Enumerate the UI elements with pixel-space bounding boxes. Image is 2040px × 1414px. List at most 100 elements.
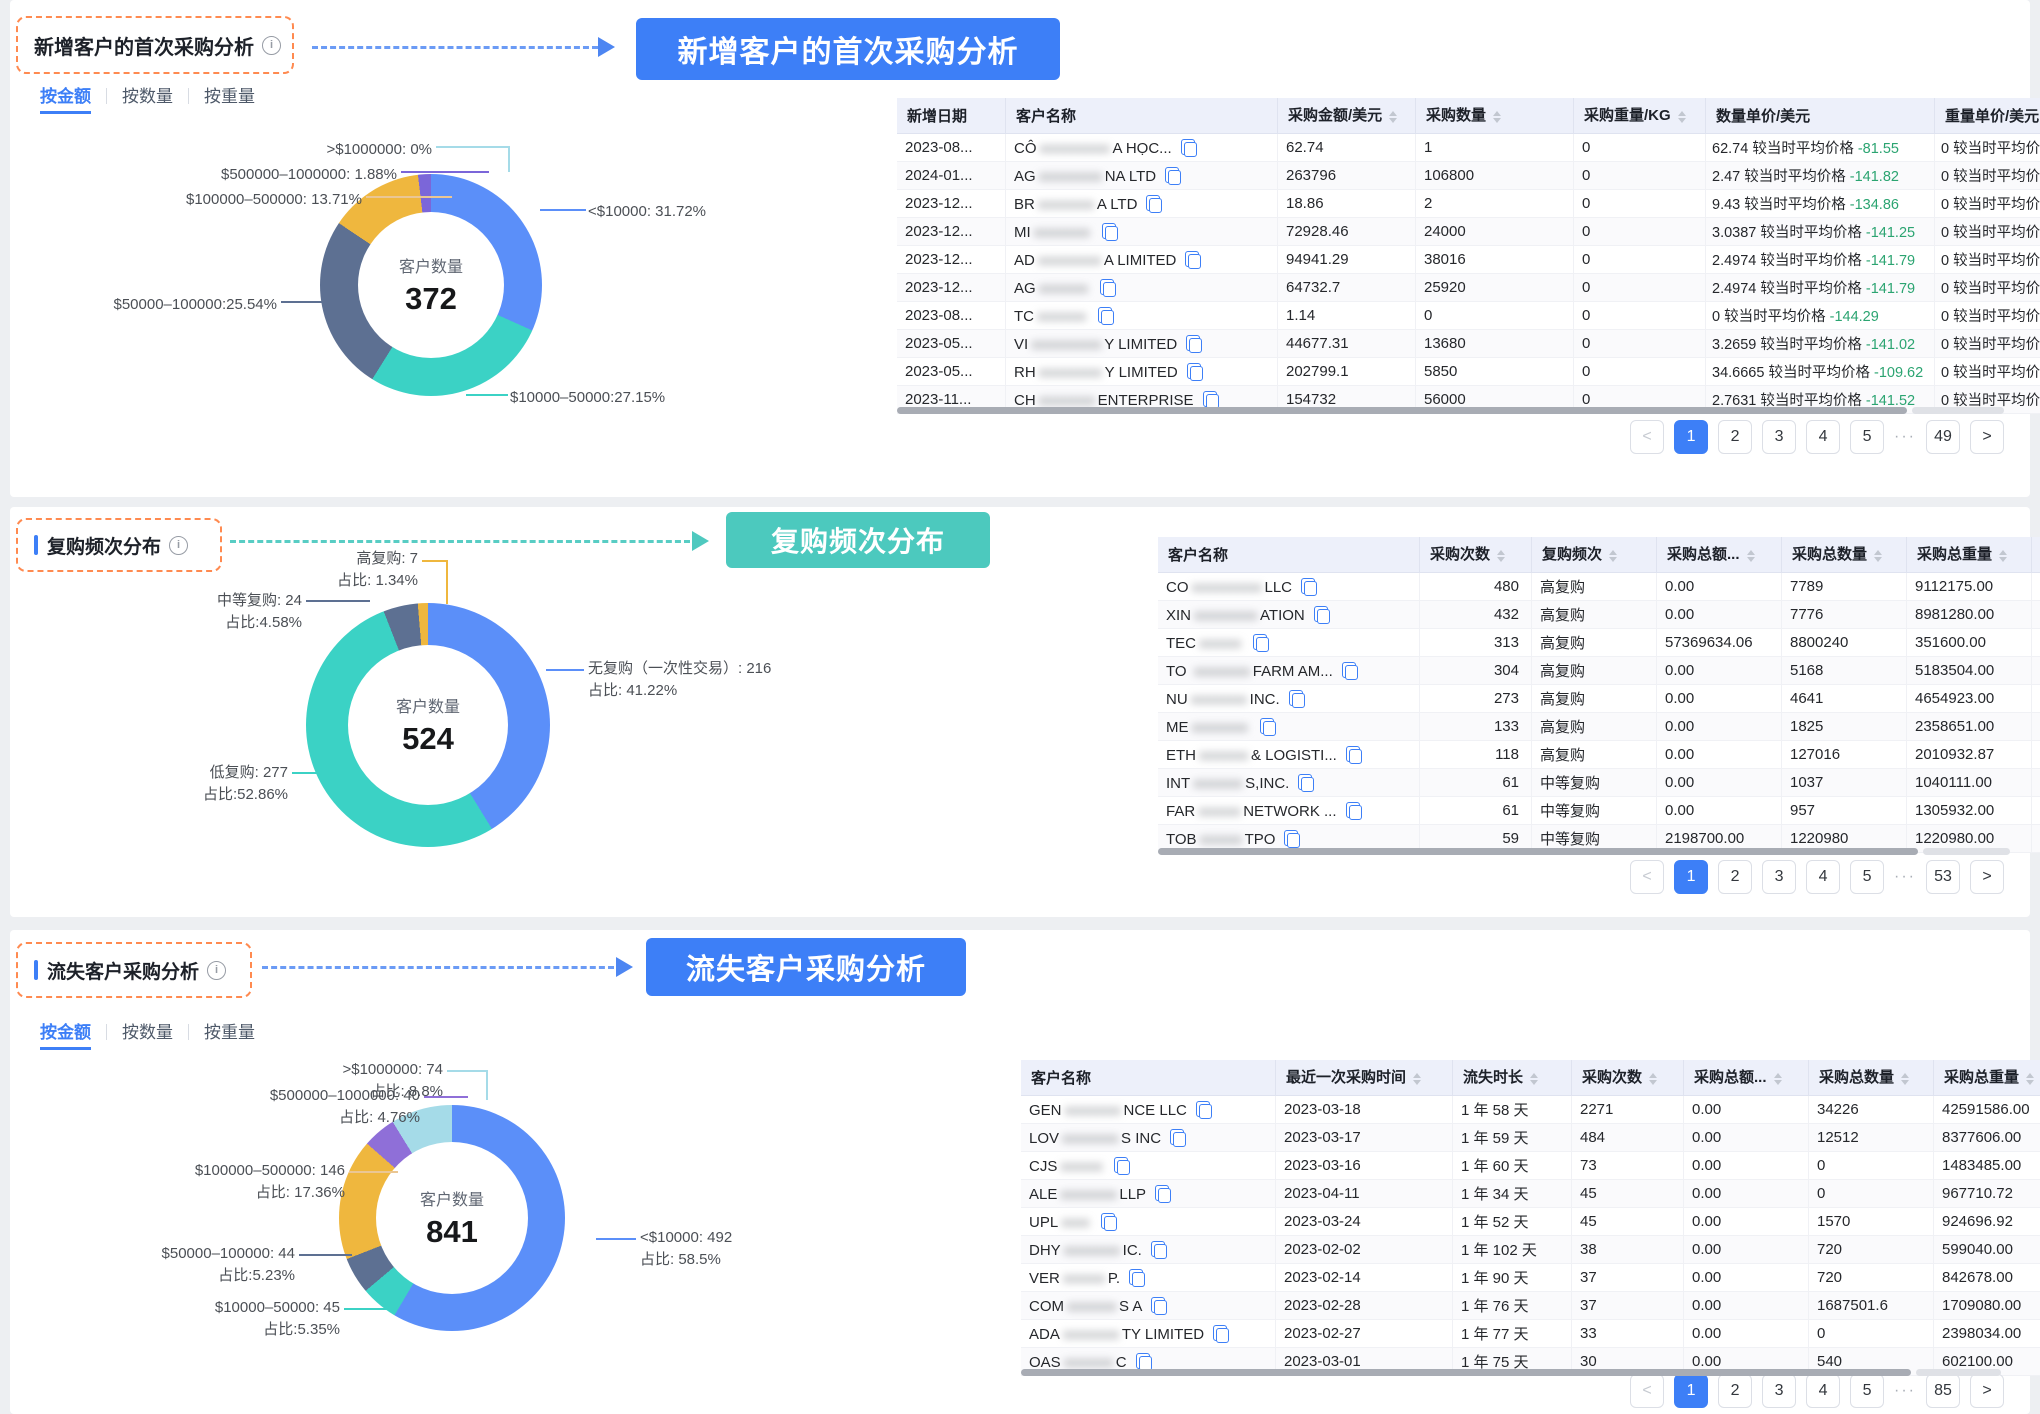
sort-icon[interactable]: [1497, 546, 1505, 566]
tab-by-amount[interactable]: 按金额: [40, 1018, 91, 1050]
copy-icon[interactable]: [1342, 662, 1356, 678]
sort-icon[interactable]: [1493, 107, 1501, 127]
copy-icon[interactable]: [1196, 1101, 1210, 1117]
sort-icon[interactable]: [1999, 546, 2007, 566]
pagination-page-button[interactable]: 5: [1850, 860, 1884, 894]
pagination-page-button[interactable]: 1: [1674, 420, 1708, 454]
table-row[interactable]: COxxxxxxxxxxLLC480高复购0.0077899112175.000…: [1158, 573, 2040, 601]
pagination-prev-button[interactable]: <: [1630, 420, 1664, 454]
pagination-ellipsis[interactable]: ···: [1894, 1382, 1916, 1400]
table-row[interactable]: INTxxxxxxxS,INC.61中等复购0.0010371040111.00…: [1158, 769, 2040, 797]
column-header[interactable]: 最近一次采购时间: [1276, 1060, 1453, 1096]
sort-icon[interactable]: [1413, 1069, 1421, 1089]
copy-icon[interactable]: [1346, 802, 1360, 818]
horizontal-scrollbar[interactable]: [1021, 1369, 1911, 1376]
copy-icon[interactable]: [1203, 391, 1217, 407]
table-row[interactable]: XINxxxxxxxxxATION432高复购0.0077768981280.0…: [1158, 601, 2040, 629]
copy-icon[interactable]: [1186, 335, 1200, 351]
table-row[interactable]: TECxxxxxx313高复购57369634.068800240351600.…: [1158, 629, 2040, 657]
table-row[interactable]: MExxxxxxxx133高复购0.0018252358651.000.00(: [1158, 713, 2040, 741]
pagination-last-page-button[interactable]: 49: [1926, 420, 1960, 454]
copy-icon[interactable]: [1155, 1185, 1169, 1201]
pagination-page-button[interactable]: 2: [1718, 1374, 1752, 1408]
table-row[interactable]: ALExxxxxxxxLLP2023-04-111 年 34 天450.0009…: [1021, 1180, 2040, 1208]
table-row[interactable]: TO xxxxxxxxFARM AM...304高复购0.00516851835…: [1158, 657, 2040, 685]
sort-icon[interactable]: [1389, 107, 1397, 127]
sort-icon[interactable]: [1874, 546, 1882, 566]
pagination-page-button[interactable]: 5: [1850, 420, 1884, 454]
table-row[interactable]: ADAxxxxxxxxTY LIMITED2023-02-271 年 77 天3…: [1021, 1320, 2040, 1348]
copy-icon[interactable]: [1101, 1213, 1115, 1229]
copy-icon[interactable]: [1346, 746, 1360, 762]
table-row[interactable]: 2023-08...TCxxxxxxx1.14000 较当时平均价格 -144.…: [897, 302, 2040, 330]
copy-icon[interactable]: [1260, 718, 1274, 734]
copy-icon[interactable]: [1185, 251, 1199, 267]
table-row[interactable]: FARxxxxxxNETWORK ...61中等复购0.009571305932…: [1158, 797, 2040, 825]
table-row[interactable]: DHYxxxxxxxxIC.2023-02-021 年 102 天380.007…: [1021, 1236, 2040, 1264]
copy-icon[interactable]: [1181, 139, 1195, 155]
pagination-last-page-button[interactable]: 53: [1926, 860, 1960, 894]
pagination-page-button[interactable]: 4: [1806, 860, 1840, 894]
copy-icon[interactable]: [1213, 1325, 1227, 1341]
pagination-page-button[interactable]: 3: [1762, 1374, 1796, 1408]
sort-icon[interactable]: [1530, 1069, 1538, 1089]
table-row[interactable]: 2023-12...BRxxxxxxxxA LTD18.86209.43 较当时…: [897, 190, 2040, 218]
info-icon[interactable]: [207, 961, 226, 980]
column-header[interactable]: 流失时长: [1453, 1060, 1572, 1096]
copy-icon[interactable]: [1298, 774, 1312, 790]
copy-icon[interactable]: [1284, 830, 1298, 846]
column-header[interactable]: 采购数量: [1416, 98, 1574, 134]
table-row[interactable]: GENxxxxxxxxNCE LLC2023-03-181 年 58 天2271…: [1021, 1096, 2040, 1124]
pagination-page-button[interactable]: 4: [1806, 1374, 1840, 1408]
pagination-next-button[interactable]: >: [1970, 420, 2004, 454]
table-row[interactable]: NUxxxxxxxxINC.273高复购0.0046414654923.000.…: [1158, 685, 2040, 713]
table-row[interactable]: 2023-08...CÔxxxxxxxxxxA HỌC...62.741062.…: [897, 134, 2040, 162]
column-header[interactable]: 采购次数: [1420, 537, 1532, 573]
pagination-ellipsis[interactable]: ···: [1894, 428, 1916, 446]
copy-icon[interactable]: [1314, 606, 1328, 622]
copy-icon[interactable]: [1151, 1297, 1165, 1313]
column-header[interactable]: 采购总额...: [1684, 1060, 1809, 1096]
copy-icon[interactable]: [1151, 1241, 1165, 1257]
sort-icon[interactable]: [1747, 546, 1755, 566]
pagination-prev-button[interactable]: <: [1630, 1374, 1664, 1408]
pagination-last-page-button[interactable]: 85: [1926, 1374, 1960, 1408]
pagination-page-button[interactable]: 2: [1718, 420, 1752, 454]
pagination-page-button[interactable]: 1: [1674, 1374, 1708, 1408]
copy-icon[interactable]: [1187, 363, 1201, 379]
table-row[interactable]: 2023-05...VIxxxxxxxxxxY LIMITED44677.311…: [897, 330, 2040, 358]
sort-icon[interactable]: [1678, 107, 1686, 127]
column-header[interactable]: 复购频次: [1532, 537, 1657, 573]
copy-icon[interactable]: [1165, 167, 1179, 183]
table-row[interactable]: COMxxxxxxxS A2023-02-281 年 76 天370.00168…: [1021, 1292, 2040, 1320]
pagination-page-button[interactable]: 5: [1850, 1374, 1884, 1408]
pagination-prev-button[interactable]: <: [1630, 860, 1664, 894]
sort-icon[interactable]: [1609, 546, 1617, 566]
pagination-page-button[interactable]: 3: [1762, 860, 1796, 894]
copy-icon[interactable]: [1146, 195, 1160, 211]
copy-icon[interactable]: [1170, 1129, 1184, 1145]
table-row[interactable]: 2023-12...MIxxxxxxxx72928.462400003.0387…: [897, 218, 2040, 246]
table-row[interactable]: 2023-05...RHxxxxxxxxxY LIMITED202799.158…: [897, 358, 2040, 386]
pagination-page-button[interactable]: 3: [1762, 420, 1796, 454]
horizontal-scrollbar[interactable]: [1158, 848, 1918, 855]
tab-by-weight[interactable]: 按重量: [204, 82, 255, 114]
donut-chart-churned[interactable]: 客户数量 841: [339, 1105, 565, 1331]
sort-icon[interactable]: [2026, 1069, 2034, 1089]
table-row[interactable]: CJSxxxxxx2023-03-161 年 60 天730.000148348…: [1021, 1152, 2040, 1180]
column-header[interactable]: 采购总重量: [1907, 537, 2032, 573]
donut-chart-repurchase[interactable]: 客户数量 524: [306, 603, 550, 847]
table-row[interactable]: ETHxxxxxxx& LOGISTI...118高复购0.0012701620…: [1158, 741, 2040, 769]
column-header[interactable]: 采购次数: [1572, 1060, 1684, 1096]
sort-icon[interactable]: [1901, 1069, 1909, 1089]
pagination-page-button[interactable]: 2: [1718, 860, 1752, 894]
tab-by-quantity[interactable]: 按数量: [122, 82, 173, 114]
copy-icon[interactable]: [1100, 279, 1114, 295]
sort-icon[interactable]: [1774, 1069, 1782, 1089]
column-header[interactable]: 采购重量/KG: [1574, 98, 1706, 134]
copy-icon[interactable]: [1253, 634, 1267, 650]
pagination-next-button[interactable]: >: [1970, 860, 2004, 894]
column-header[interactable]: 采购总数量: [1782, 537, 1907, 573]
column-header[interactable]: 采购金额/美元: [1278, 98, 1416, 134]
pagination-next-button[interactable]: >: [1970, 1374, 2004, 1408]
